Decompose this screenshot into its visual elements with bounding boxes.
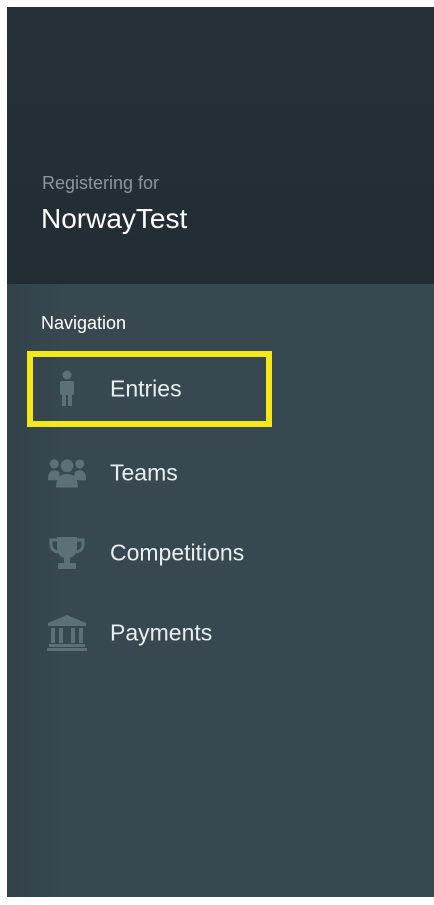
nav-item-label: Competitions	[110, 539, 245, 566]
nav-item-label: Payments	[110, 619, 213, 646]
event-name: NorwayTest	[41, 203, 188, 234]
registering-for-label: Registering for	[42, 173, 160, 193]
nav-item-label: Teams	[110, 459, 178, 486]
group-icon	[47, 453, 87, 493]
nav-item-competitions[interactable]: Competitions	[27, 515, 272, 591]
nav-item-label: Entries	[110, 375, 182, 402]
navigation-heading: Navigation	[41, 313, 127, 333]
bank-icon	[47, 613, 87, 653]
person-icon	[47, 369, 87, 409]
sidebar-header: Registering for NorwayTest	[7, 7, 434, 284]
nav-item-teams[interactable]: Teams	[27, 435, 272, 511]
trophy-icon	[47, 533, 87, 573]
sidebar: Registering for NorwayTest Navigation En…	[7, 7, 434, 897]
nav-item-payments[interactable]: Payments	[27, 595, 272, 671]
nav-item-entries[interactable]: Entries	[27, 351, 272, 427]
